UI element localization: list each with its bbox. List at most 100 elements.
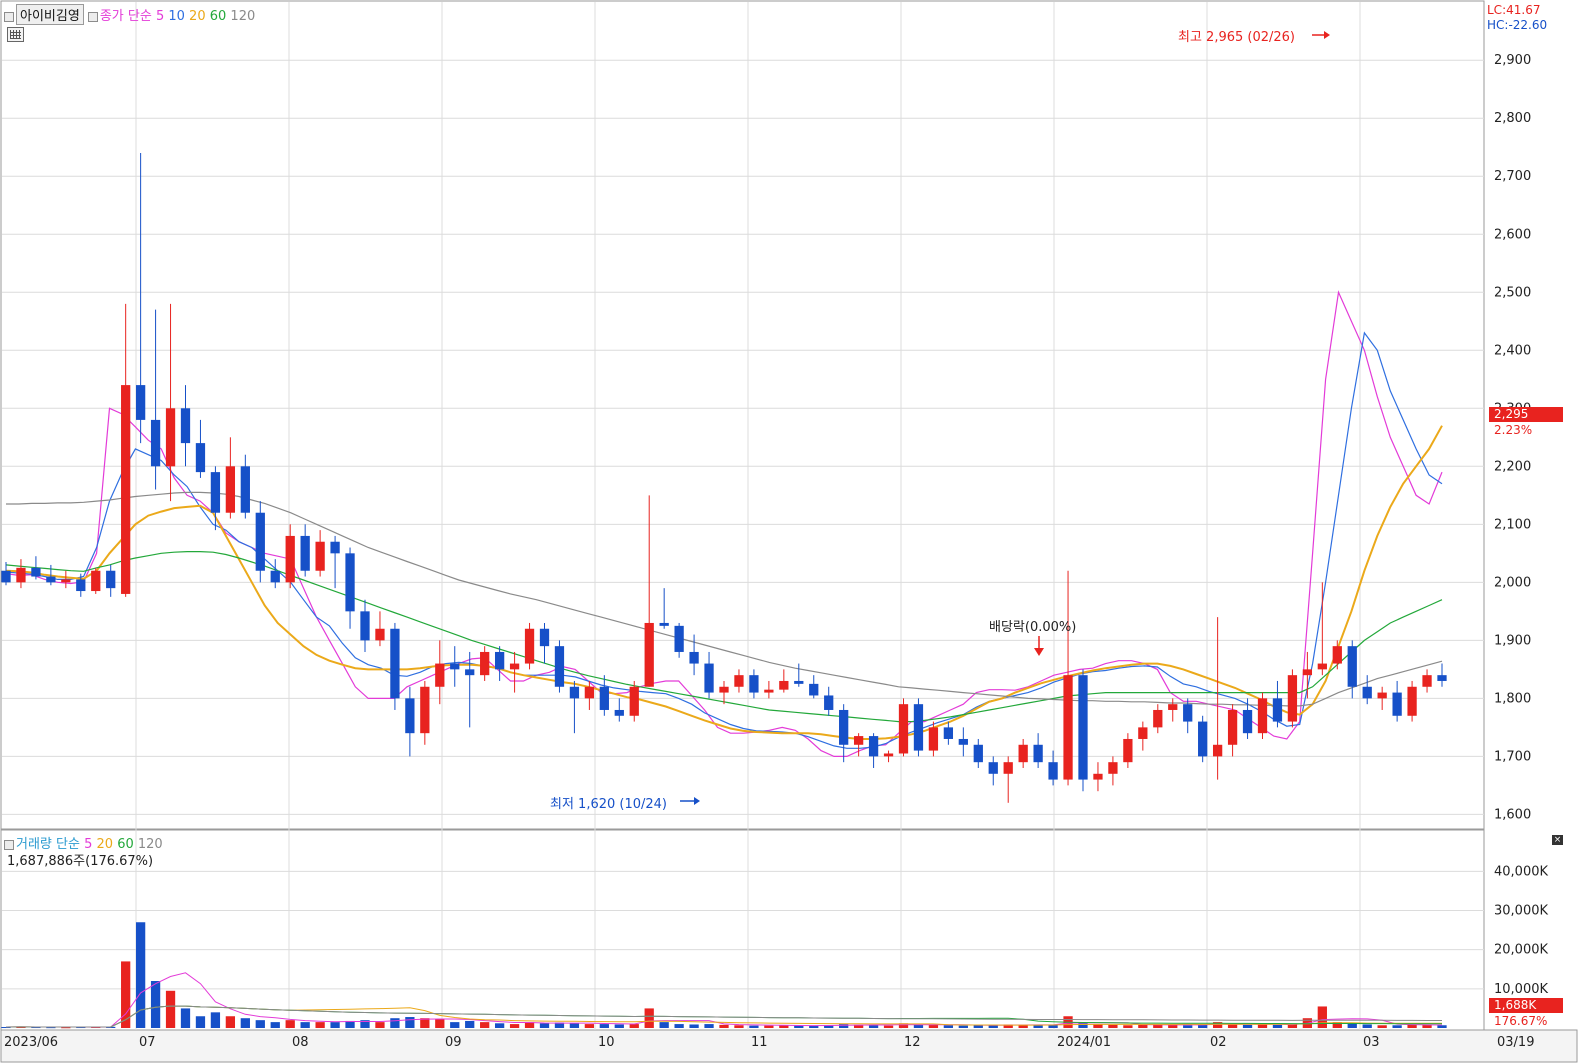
time-tick: 03/19 xyxy=(1497,1035,1534,1050)
volume-bar xyxy=(180,1008,191,1028)
candle-body xyxy=(76,579,86,592)
volume-bar xyxy=(614,1024,624,1028)
candle-body xyxy=(779,680,789,690)
candle-body xyxy=(689,651,699,664)
candle-body xyxy=(61,579,71,583)
close-pane-icon[interactable]: × xyxy=(1552,835,1563,845)
candle-body xyxy=(1018,744,1028,763)
volume-bar xyxy=(599,1024,609,1028)
candle-body xyxy=(360,611,370,641)
candle-body xyxy=(390,628,400,699)
candle-body xyxy=(1153,709,1163,728)
volume-bar xyxy=(450,1022,460,1028)
volume-bar xyxy=(764,1025,774,1028)
price-legend: 아이비김영 종가 단순 5 10 20 60 120 xyxy=(4,4,255,25)
volume-bar xyxy=(719,1024,729,1028)
volume-bar xyxy=(195,1016,206,1028)
candle-body xyxy=(1212,744,1223,757)
volume-bar xyxy=(330,1022,340,1028)
volume-bar xyxy=(405,1017,415,1028)
dividend-label: 배당락(0.00%) xyxy=(989,620,1077,635)
volume-bar xyxy=(375,1022,385,1028)
candle-body xyxy=(255,512,265,571)
candle-body xyxy=(1183,704,1193,722)
volume-pct: 176.67% xyxy=(1494,1014,1548,1028)
candle-body xyxy=(180,408,191,444)
volume-bar xyxy=(270,1022,280,1028)
candle-body xyxy=(614,709,624,716)
volume-bar xyxy=(480,1022,490,1028)
volume-bar xyxy=(285,1020,295,1028)
legend-toggle-icon[interactable] xyxy=(4,839,14,850)
legend-toggle-icon[interactable] xyxy=(4,11,14,22)
volume-bar xyxy=(150,981,161,1028)
legend-prefix: 종가 단순 xyxy=(99,9,152,24)
price-tick: 1,600 xyxy=(1494,807,1531,822)
candle-body xyxy=(1302,669,1313,676)
candle-body xyxy=(1407,686,1417,716)
legend-ma60: 60 xyxy=(209,9,227,24)
time-tick: 02 xyxy=(1210,1035,1227,1050)
candle-body xyxy=(1317,663,1327,670)
volume-bar xyxy=(1407,1024,1417,1028)
volume-info: 1,687,886주(176.67%) xyxy=(7,854,154,869)
time-tick: 07 xyxy=(139,1035,156,1050)
candle-body xyxy=(1078,675,1088,780)
price-tick: 2,400 xyxy=(1494,343,1531,358)
time-tick: 10 xyxy=(598,1035,615,1050)
candle-body xyxy=(943,727,954,739)
candle-body xyxy=(1377,692,1387,699)
volume-bar xyxy=(569,1023,580,1028)
legend-ma120: 120 xyxy=(230,9,256,24)
volume-bar xyxy=(1392,1025,1402,1028)
candle-body xyxy=(839,709,849,745)
candle-body xyxy=(240,466,250,513)
candle-body xyxy=(1063,675,1073,780)
candle-body xyxy=(1242,709,1253,734)
candle-body xyxy=(435,663,445,687)
candle-body xyxy=(31,567,41,577)
candle-body xyxy=(300,535,310,571)
legend-ma5: 5 xyxy=(155,9,165,24)
candle-body xyxy=(1332,646,1342,664)
volume-bar xyxy=(1317,1006,1327,1028)
candle-body xyxy=(1138,727,1148,739)
price-tick: 1,900 xyxy=(1494,633,1531,648)
price-tick: 2,100 xyxy=(1494,517,1531,532)
volume-bar xyxy=(629,1024,639,1028)
candle-body xyxy=(809,683,819,696)
volume-bar xyxy=(1138,1024,1148,1028)
last-volume: 1,688K xyxy=(1494,998,1537,1012)
volume-bar xyxy=(465,1020,475,1028)
volume-bar xyxy=(509,1024,520,1028)
price-tick: 2,000 xyxy=(1494,575,1531,590)
volume-bar xyxy=(1183,1025,1193,1028)
volume-bar xyxy=(1033,1025,1043,1028)
volume-bar xyxy=(225,1016,236,1028)
candle-body xyxy=(1272,698,1283,722)
volume-bar xyxy=(539,1023,550,1028)
time-tick: 2024/01 xyxy=(1057,1035,1111,1050)
volume-bar xyxy=(1108,1024,1118,1028)
volume-bar xyxy=(240,1018,250,1028)
stock-chart[interactable]: 1,6001,7001,8001,9002,0002,1002,2002,300… xyxy=(0,0,1578,1064)
time-tick: 2023/06 xyxy=(4,1035,58,1050)
last-price: 2,295 xyxy=(1494,407,1529,421)
table-view-icon[interactable] xyxy=(7,27,24,42)
candle-body xyxy=(225,466,236,513)
candle-body xyxy=(1437,675,1447,681)
stock-name-button[interactable]: 아이비김영 xyxy=(16,4,84,25)
volume-bar xyxy=(1362,1024,1372,1028)
legend-toggle-icon[interactable] xyxy=(87,11,98,22)
volume-bar xyxy=(1257,1024,1268,1028)
time-tick: 12 xyxy=(904,1035,921,1050)
candle-body xyxy=(1003,762,1013,774)
price-tick: 2,200 xyxy=(1494,459,1531,474)
price-tick: 2,500 xyxy=(1494,285,1531,300)
volume-bar xyxy=(1093,1024,1103,1028)
candle-body xyxy=(868,736,879,757)
time-tick: 11 xyxy=(751,1035,768,1050)
candle-body xyxy=(270,570,280,583)
candle-body xyxy=(345,553,355,612)
candle-body xyxy=(285,535,295,583)
